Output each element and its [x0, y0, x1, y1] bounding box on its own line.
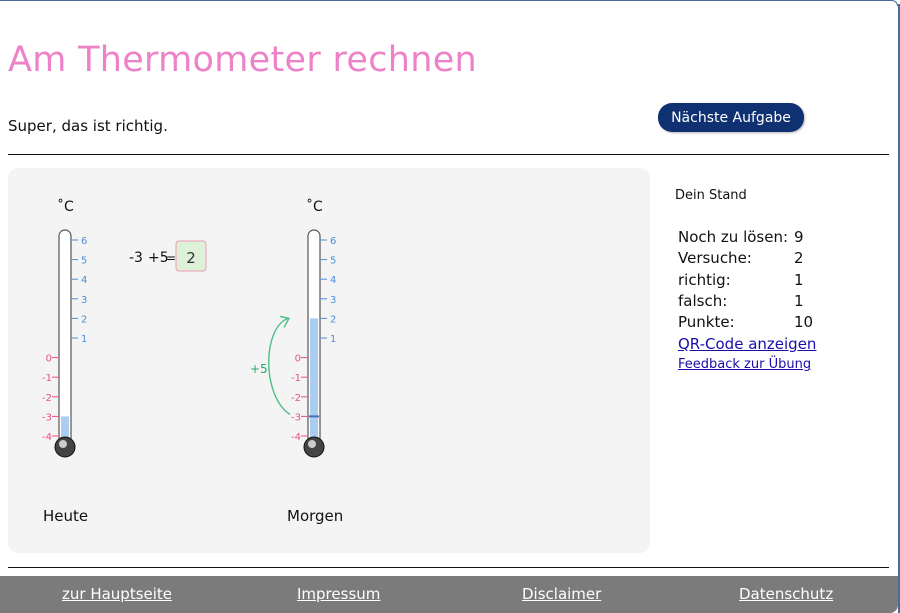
stat-value: 10	[794, 313, 814, 332]
stat-label: Punkte:	[678, 313, 735, 332]
scale-label: -4	[291, 432, 301, 443]
scale-label: -2	[291, 393, 301, 404]
thermometer-label-tomorrow: Morgen	[287, 507, 344, 525]
exercise-panel: ˚C 6 5 4 3 2 1 0 -1 -2 -3 -4 ˚C 6 5 4 3 2 1 0 -1 -2 -3 -4 -3 +5 = 2…	[8, 168, 650, 553]
thermometer-bulb-shine	[308, 440, 316, 448]
stat-label: falsch:	[678, 291, 728, 310]
thermometer-drawing: ˚C 6 5 4 3 2 1 0 -1 -2 -3 -4 ˚C 6 5 4 3 2 1 0 -1 -2 -3 -4 -3 +5 = 2…	[42, 198, 336, 458]
page-title: Am Thermometer rechnen	[8, 40, 478, 80]
scale-label: 4	[81, 275, 87, 286]
scale-label: 0	[295, 354, 301, 365]
footer-link-imprint[interactable]: Impressum	[297, 585, 380, 603]
unit-label: ˚C	[306, 198, 323, 215]
scale-label: 5	[81, 256, 87, 267]
stat-value: 2	[794, 249, 804, 268]
stat-label: Versuche:	[678, 249, 752, 268]
scale-label: -3	[291, 412, 301, 423]
stat-label: richtig:	[678, 270, 731, 289]
change-arrow	[268, 317, 291, 415]
scale-label: -4	[42, 432, 52, 443]
unit-label: ˚C	[57, 198, 74, 215]
scale-label: 1	[330, 334, 336, 345]
stat-value: 1	[794, 270, 804, 289]
change-arrow-label: +5	[250, 362, 268, 376]
footer-link-home[interactable]: zur Hauptseite	[62, 585, 172, 603]
scale-label: 3	[330, 295, 336, 306]
answer-value: 2	[186, 249, 196, 267]
scale-label: 1	[81, 334, 87, 345]
feedback-message: Super, das ist richtig.	[8, 117, 168, 135]
scale-label: 0	[46, 354, 52, 365]
thermometer-bulb-shine	[59, 440, 67, 448]
scale-label: 6	[330, 236, 336, 247]
thermometer-label-today: Heute	[43, 507, 89, 525]
scale-label: 2	[81, 314, 87, 325]
scale-label: -3	[42, 412, 52, 423]
thermometer-mercury	[310, 318, 318, 446]
window-frame	[0, 0, 898, 6]
equation-start: -3	[129, 250, 143, 266]
footer: zur Hauptseite Impressum Disclaimer Date…	[0, 576, 898, 613]
stat-value: 1	[794, 291, 804, 310]
scale-label: -1	[42, 373, 52, 384]
scale-label: 3	[81, 295, 87, 306]
divider-top	[8, 154, 889, 155]
scale-label: -2	[42, 393, 52, 404]
scale-label: 4	[330, 275, 336, 286]
scale-label: 5	[330, 256, 336, 267]
scale-label: -1	[291, 373, 301, 384]
feedback-link[interactable]: Feedback zur Übung	[678, 357, 811, 372]
stat-value: 9	[794, 228, 804, 246]
footer-link-disclaimer[interactable]: Disclaimer	[522, 585, 601, 603]
scale-label: 2	[330, 314, 336, 325]
stat-label: Noch zu lösen:	[678, 228, 789, 246]
divider-bottom	[8, 567, 889, 568]
stand-title: Dein Stand	[675, 188, 747, 203]
footer-link-privacy[interactable]: Datenschutz	[739, 585, 833, 603]
next-task-button[interactable]: Nächste Aufgabe	[658, 103, 804, 132]
equation-equals: =	[166, 251, 176, 265]
scale-label: 6	[81, 236, 87, 247]
qr-code-link[interactable]: QR-Code anzeigen	[678, 335, 816, 353]
